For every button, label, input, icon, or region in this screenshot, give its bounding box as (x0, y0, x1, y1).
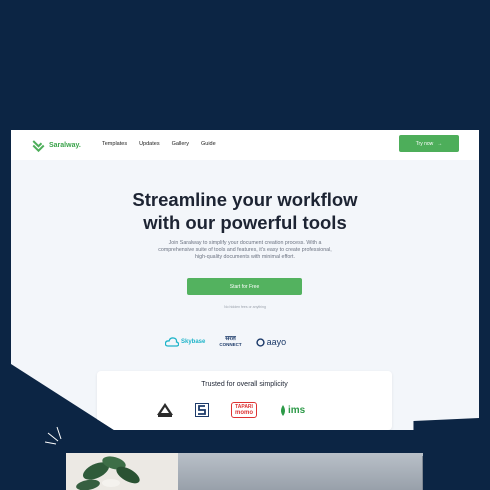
brand-name: Saralway. (49, 142, 81, 149)
saral-connect-logo: सरल CONNECT (219, 336, 241, 348)
hero-subtitle: Join Saralway to simplify your document … (158, 240, 332, 260)
start-for-free-button[interactable]: Start for Free (187, 278, 302, 295)
mountain-emblem-icon (157, 403, 173, 417)
aayo-text: aayo (266, 337, 287, 347)
nav-link-gallery[interactable]: Gallery (172, 141, 189, 147)
trusted-logos: TAPARI momo ims (157, 402, 305, 418)
sparkle-lines-icon (45, 426, 62, 445)
tapari-momo-logo: TAPARI momo (231, 402, 257, 418)
cloud-icon (165, 337, 179, 347)
nav-link-updates[interactable]: Updates (139, 141, 160, 147)
try-now-label: Try now (415, 140, 434, 147)
plant-illustration (66, 453, 178, 490)
ims-logo: ims (279, 404, 306, 416)
trusted-by-panel: Trusted for overall simplicity TAPARI mo… (97, 371, 392, 430)
ims-text: ims (288, 404, 306, 416)
skybase-text: Skybase (181, 339, 206, 345)
brand-logo[interactable]: Saralway. (31, 138, 81, 153)
top-navbar: Saralway. Templates Updates Gallery Guid… (11, 130, 479, 160)
partner-logos: Skybase सरल CONNECT aayo (165, 336, 286, 348)
aayo-logo: aayo (255, 337, 287, 347)
aayo-circle-icon (255, 337, 265, 347)
office-photo (66, 453, 423, 490)
hero-title: Streamline your workflow with our powerf… (11, 188, 479, 234)
picture-frame (422, 456, 423, 490)
hero-note: No hidden fees or anything (224, 305, 266, 309)
skybase-logo: Skybase (165, 337, 205, 347)
arrow-right-icon: → (437, 140, 443, 147)
connect-bottom-text: CONNECT (219, 342, 242, 347)
landing-page-card: Saralway. Templates Updates Gallery Guid… (11, 130, 479, 430)
nav-link-guide[interactable]: Guide (201, 141, 216, 147)
s-bracket-logo-icon (195, 403, 209, 417)
leaf-icon (281, 404, 285, 416)
nav-link-templates[interactable]: Templates (102, 141, 127, 147)
momo-text: momo (235, 410, 253, 416)
hero-title-line2: with our powerful tools (143, 212, 347, 233)
try-now-button[interactable]: Try now → (399, 135, 459, 152)
wall-area (178, 453, 423, 490)
hero-title-line1: Streamline your workflow (132, 189, 358, 210)
trusted-title: Trusted for overall simplicity (201, 381, 288, 388)
saralway-logo-icon (32, 140, 45, 153)
